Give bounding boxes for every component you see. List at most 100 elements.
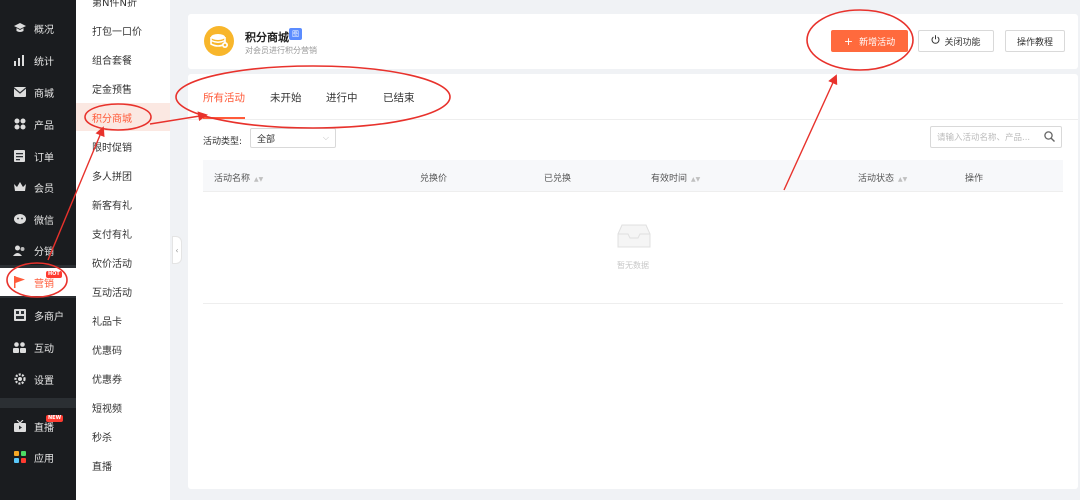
activity-type-label: 活动类型: [203, 137, 243, 147]
column-header-status[interactable]: 活动状态 ▲▼ [858, 171, 907, 184]
submenu-item[interactable]: 短视频 [76, 393, 170, 421]
title-tag: 图 [289, 28, 302, 40]
points-mall-logo-icon [204, 26, 234, 56]
chevron-left-icon: ‹ [175, 245, 179, 255]
new-activity-label: 新增活动 [859, 37, 896, 48]
nav-item-order[interactable]: 订单 [0, 142, 76, 170]
hot-badge: HOT [46, 271, 62, 278]
submenu-item[interactable]: 优惠券 [76, 364, 170, 392]
nav-item-label: 分销 [34, 246, 54, 258]
column-header-redeemed: 已兑换 [544, 174, 572, 184]
submenu-item-cut[interactable]: 第N件N折 [92, 0, 137, 9]
graduation-cap-icon [13, 22, 26, 35]
nav-item-label: 商城 [34, 88, 54, 100]
activity-panel: 所有活动 未开始 进行中 已结束 活动类型: 全部 ⌵ 请输入活动名称、产品..… [188, 74, 1078, 489]
nav-item-product[interactable]: 产品 [0, 110, 76, 138]
bar-chart-icon [13, 54, 26, 67]
nav-item-label: 互动 [34, 343, 54, 355]
new-badge: NEW [46, 415, 64, 422]
submenu-item[interactable]: 限时促销 [76, 132, 170, 160]
search-icon[interactable] [1044, 131, 1055, 145]
column-header-price: 兑换价 [420, 174, 448, 184]
nav-item-stats[interactable]: 统计 [0, 46, 76, 74]
gear-icon [13, 373, 26, 386]
power-icon [931, 35, 940, 47]
nav-item-label: 订单 [34, 152, 54, 164]
nav-item-label: 微信 [34, 215, 54, 227]
nav-item-label: 概况 [34, 24, 54, 36]
submenu-item[interactable]: 新客有礼 [76, 190, 170, 218]
column-header-actions: 操作 [965, 174, 984, 184]
order-list-icon [13, 150, 26, 163]
submenu-item[interactable]: 组合套餐 [76, 45, 170, 73]
chevron-down-icon: ⌵ [322, 133, 329, 142]
submenu-item[interactable]: 定金预售 [76, 74, 170, 102]
submenu-item[interactable]: 砍价活动 [76, 248, 170, 276]
nav-item-label: 多商户 [34, 311, 64, 323]
store-icon [13, 309, 26, 322]
page-header: 积分商城 图 对会员进行积分营销 + 新增活动 关闭功能 操作教程 [188, 14, 1078, 69]
activity-type-select[interactable]: 全部 ⌵ [250, 128, 336, 148]
plus-icon: + [843, 34, 854, 48]
submenu-collapse-handle[interactable]: ‹ [172, 236, 182, 264]
new-activity-button[interactable]: + 新增活动 [831, 30, 908, 52]
nav-item-label: 会员 [34, 183, 54, 195]
submenu-item-points-mall[interactable]: 积分商城 [76, 103, 170, 131]
empty-state-text: 暂无数据 [617, 261, 649, 270]
submenu-item[interactable]: 秒杀 [76, 422, 170, 450]
nav-item-shop[interactable]: 商城 [0, 78, 76, 106]
nav-item-live[interactable]: 直播 NEW [0, 412, 76, 440]
tab-not-started[interactable]: 未开始 [270, 90, 302, 105]
apps-icon [13, 451, 26, 464]
nav-item-wechat[interactable]: 微信 [0, 205, 76, 233]
nav-item-marketing[interactable]: 营销 HOT [0, 268, 76, 296]
sort-icon: ▲▼ [691, 176, 701, 183]
tab-in-progress[interactable]: 进行中 [326, 90, 358, 105]
empty-box-icon [617, 222, 651, 251]
submenu-item[interactable]: 打包一口价 [76, 16, 170, 44]
submenu-item[interactable]: 直播 [76, 451, 170, 479]
page-title: 积分商城 [245, 31, 289, 44]
nav-item-label: 应用 [34, 453, 54, 465]
tab-all[interactable]: 所有活动 [203, 90, 245, 105]
wechat-icon [13, 213, 26, 226]
close-feature-label: 关闭功能 [944, 37, 981, 48]
submenu-item[interactable]: 礼品卡 [76, 306, 170, 334]
column-header-name[interactable]: 活动名称 ▲▼ [214, 171, 263, 184]
crown-icon [13, 181, 26, 194]
flag-icon [13, 276, 26, 289]
search-placeholder: 请输入活动名称、产品... [937, 133, 1031, 143]
submenu-item[interactable]: 支付有礼 [76, 219, 170, 247]
nav-item-apps[interactable]: 应用 [0, 443, 76, 471]
submenu-item[interactable]: 多人拼团 [76, 161, 170, 189]
nav-item-label: 统计 [34, 56, 54, 68]
column-header-valid-time[interactable]: 有效时间 ▲▼ [651, 171, 700, 184]
marketing-submenu: 第N件N折 打包一口价 组合套餐 定金预售 积分商城 限时促销 多人拼团 新客有… [76, 0, 170, 500]
page-subtitle: 对会员进行积分营销 [245, 46, 317, 55]
search-input[interactable]: 请输入活动名称、产品... [930, 126, 1062, 148]
nav-item-member[interactable]: 会员 [0, 173, 76, 201]
sort-icon: ▲▼ [898, 176, 908, 183]
nav-item-overview[interactable]: 概况 [0, 14, 76, 42]
tutorial-button[interactable]: 操作教程 [1005, 30, 1065, 52]
tv-icon [13, 420, 26, 433]
active-tab-indicator [203, 117, 245, 119]
submenu-item[interactable]: 互动活动 [76, 277, 170, 305]
main-nav: 概况 统计 商城 产品 订单 会员 微信 分销 营销 HOT 多商户 互动 设置… [0, 0, 76, 500]
submenu-item[interactable]: 优惠码 [76, 335, 170, 363]
table-body: 暂无数据 [203, 192, 1063, 304]
nav-item-distribution[interactable]: 分销 [0, 236, 76, 264]
select-value: 全部 [257, 134, 276, 145]
users-icon [13, 244, 26, 257]
grid-product-icon [13, 118, 26, 131]
close-feature-button[interactable]: 关闭功能 [918, 30, 994, 52]
nav-item-interact[interactable]: 互动 [0, 333, 76, 361]
sort-icon: ▲▼ [254, 176, 264, 183]
people-icon [13, 341, 26, 354]
nav-item-multi-merchant[interactable]: 多商户 [0, 301, 76, 329]
table-header: 活动名称 ▲▼ 兑换价 已兑换 有效时间 ▲▼ 活动状态 ▲▼ 操作 [203, 160, 1063, 192]
nav-item-settings[interactable]: 设置 [0, 365, 76, 393]
nav-item-label: 设置 [34, 375, 54, 387]
tab-ended[interactable]: 已结束 [383, 90, 415, 105]
mail-shop-icon [13, 86, 26, 99]
